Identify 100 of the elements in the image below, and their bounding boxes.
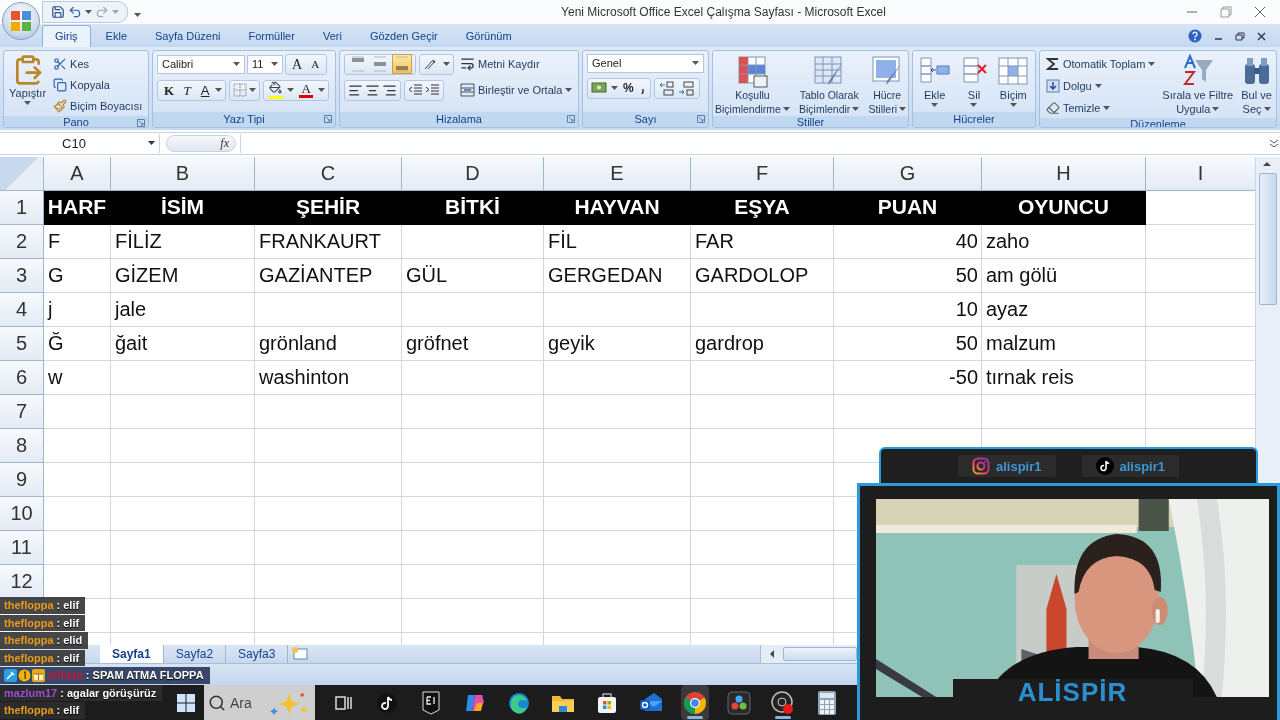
table-cell-text: F xyxy=(47,229,62,255)
close-icon[interactable] xyxy=(1254,5,1266,18)
dialog-launcher-icon[interactable] xyxy=(567,114,575,123)
caret-icon[interactable] xyxy=(215,88,223,93)
column-header[interactable]: A xyxy=(44,156,111,191)
column-header[interactable]: E xyxy=(544,156,691,191)
row-header[interactable]: 4 xyxy=(0,292,44,327)
row-header[interactable]: 2 xyxy=(0,224,44,259)
name-box[interactable]: C10 xyxy=(0,133,160,153)
align-left-icon[interactable] xyxy=(348,82,363,98)
expand-icon[interactable] xyxy=(1268,137,1280,150)
underline-button[interactable]: A xyxy=(197,81,214,100)
row-header[interactable]: 1 xyxy=(0,190,44,225)
caret-icon[interactable] xyxy=(148,141,155,146)
restore-icon[interactable] xyxy=(1235,31,1245,41)
wrap-text-button[interactable]: Metni Kaydır xyxy=(458,53,575,74)
cut-button[interactable]: Kes xyxy=(51,53,145,74)
ribbon-tab[interactable]: Veri xyxy=(309,24,355,47)
search-field[interactable]: Ara xyxy=(204,685,315,720)
find-select-button[interactable]: Bul ve Seç xyxy=(1240,53,1273,116)
office-button[interactable] xyxy=(2,2,40,40)
cell-styles-button[interactable]: Hücre Stilleri xyxy=(867,53,907,116)
caret-icon[interactable] xyxy=(249,88,257,93)
close-icon[interactable] xyxy=(1257,31,1266,41)
bold-button[interactable]: K xyxy=(161,81,178,100)
windows-icon[interactable] xyxy=(176,692,196,713)
format-cells-button[interactable]: Biçim xyxy=(996,53,1031,107)
ribbon-tab[interactable]: Formüller xyxy=(235,24,308,47)
column-header[interactable]: C xyxy=(255,156,402,191)
sheet-tab[interactable]: Sayfa1 xyxy=(100,645,164,664)
three-circles-icon xyxy=(727,690,751,715)
column-header[interactable]: G xyxy=(834,156,982,191)
number-format-field[interactable]: Genel xyxy=(587,53,704,73)
fill-color-button[interactable] xyxy=(267,80,286,101)
sort-filter-button[interactable]: Sırala ve Filtre Uygula xyxy=(1161,53,1235,116)
row-header[interactable]: 11 xyxy=(0,530,44,565)
column-header[interactable]: H xyxy=(982,156,1146,191)
align-center-icon[interactable] xyxy=(365,82,380,98)
ribbon-tab[interactable]: Gözden Geçir xyxy=(356,24,451,47)
customize-caret-icon[interactable] xyxy=(134,12,141,17)
percent-button[interactable]: % xyxy=(620,79,637,98)
paste-button[interactable]: Yapıştır xyxy=(8,53,48,105)
currency-icon[interactable] xyxy=(591,81,609,96)
row-header[interactable]: 12 xyxy=(0,564,44,599)
increase-decimal-icon[interactable] xyxy=(657,80,676,97)
shrink-font-button[interactable]: A xyxy=(307,55,324,74)
row-header[interactable]: 9 xyxy=(0,462,44,497)
dialog-launcher-icon[interactable] xyxy=(324,114,332,123)
insert-function-button[interactable]: fx xyxy=(166,134,236,152)
ribbon-tab[interactable]: Görünüm xyxy=(452,24,525,47)
conditional-formatting-button[interactable]: Koşullu Biçimlendirme xyxy=(714,53,791,116)
italic-button[interactable]: T xyxy=(179,81,196,100)
caret-icon[interactable] xyxy=(443,62,450,67)
merge-center-button[interactable]: Birleştir ve Ortala xyxy=(458,79,575,100)
undo-icon[interactable] xyxy=(68,4,82,19)
row-header[interactable]: 6 xyxy=(0,360,44,395)
sigma-icon xyxy=(1046,56,1060,71)
scrollbar-thumb[interactable] xyxy=(1259,172,1277,305)
row-header[interactable]: 10 xyxy=(0,496,44,531)
caret-icon[interactable] xyxy=(611,86,618,91)
column-header[interactable]: F xyxy=(691,156,834,191)
format-as-table-button[interactable]: Tablo Olarak Biçimlendir xyxy=(798,53,861,116)
row-header[interactable]: 7 xyxy=(0,394,44,429)
row-header[interactable]: 3 xyxy=(0,258,44,293)
copy-button[interactable]: Kopyala xyxy=(51,74,145,95)
caret-icon xyxy=(1103,105,1111,110)
scrollbar-thumb[interactable] xyxy=(783,647,857,662)
dialog-launcher-icon[interactable] xyxy=(697,114,705,123)
caret-icon[interactable] xyxy=(85,9,92,14)
row-header[interactable]: 5 xyxy=(0,326,44,361)
caret-icon[interactable] xyxy=(287,88,295,93)
decrease-decimal-icon[interactable] xyxy=(677,80,696,97)
ribbon-tab[interactable]: Sayfa Düzeni xyxy=(142,24,234,47)
font-color-button[interactable]: A xyxy=(296,81,317,100)
delete-cells-button[interactable]: Sil xyxy=(957,53,991,107)
gift-badge-icon xyxy=(32,668,45,682)
increase-indent-icon[interactable] xyxy=(425,83,440,98)
column-header[interactable]: B xyxy=(111,156,255,191)
autosum-button[interactable]: Otomatik Toplam xyxy=(1044,53,1158,74)
font-size-field[interactable]: 11 xyxy=(247,54,283,74)
grow-font-button[interactable]: A xyxy=(289,55,306,74)
dialog-launcher-icon[interactable] xyxy=(137,118,145,127)
ribbon-tab[interactable]: Giriş xyxy=(42,24,91,47)
caret-icon[interactable] xyxy=(318,88,326,93)
help-icon[interactable] xyxy=(1188,29,1202,44)
clear-button[interactable]: Temizle xyxy=(1044,97,1158,118)
font-name-field[interactable]: Calibri xyxy=(157,54,245,74)
ribbon-tab[interactable]: Ekle xyxy=(92,24,140,47)
format-painter-button[interactable]: Biçim Boyacısı xyxy=(51,95,145,116)
caret-icon xyxy=(931,102,939,107)
taskbar-app[interactable] xyxy=(681,685,709,720)
row-header[interactable]: 8 xyxy=(0,428,44,463)
decrease-indent-icon[interactable] xyxy=(408,83,423,98)
insert-cells-button[interactable]: Ekle xyxy=(917,53,952,107)
column-header[interactable]: D xyxy=(402,156,544,191)
vertical-align-button[interactable] xyxy=(392,54,412,75)
column-header[interactable]: I xyxy=(1146,156,1255,191)
save-icon[interactable] xyxy=(51,4,65,19)
fill-button[interactable]: Dolgu xyxy=(1044,75,1158,96)
align-right-icon[interactable] xyxy=(382,82,397,98)
